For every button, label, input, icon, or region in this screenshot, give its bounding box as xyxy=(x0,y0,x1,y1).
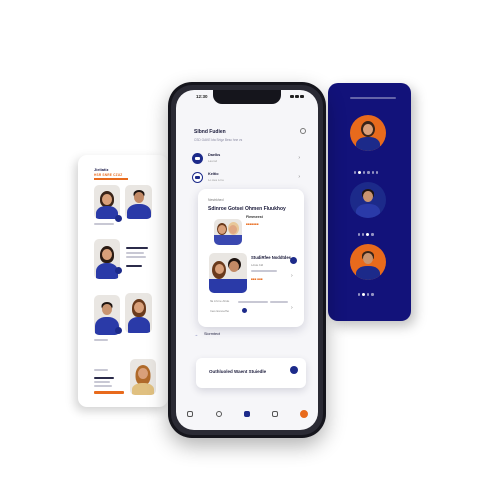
card-item-title: StudiRfee Noddtdes xyxy=(251,255,292,260)
person-photo[interactable] xyxy=(125,185,152,219)
person-photo[interactable] xyxy=(94,185,120,219)
tab-calendar[interactable] xyxy=(270,409,280,419)
bottom-card-title: Outhluoled Waent Stuiedle xyxy=(209,369,267,374)
profile-avatar[interactable] xyxy=(350,244,386,280)
play-icon[interactable] xyxy=(115,267,122,274)
calendar-icon xyxy=(272,411,279,417)
tab-profile[interactable] xyxy=(299,409,309,419)
chevron-right-icon: › xyxy=(298,155,300,161)
bottom-tab-bar xyxy=(176,402,318,426)
left-screen-underline xyxy=(94,178,128,180)
lower-link-row[interactable]: → Slormtect xyxy=(194,330,300,344)
message-icon xyxy=(243,411,250,417)
list-item[interactable]: Daelks Lasmd › xyxy=(192,149,300,167)
card-heading: Sdinroe Gotsei Ohmen Fluukhoy xyxy=(208,206,286,212)
blue-screen-header xyxy=(350,97,396,99)
mail-icon xyxy=(192,171,203,183)
person-photo[interactable] xyxy=(125,293,152,333)
next-button[interactable] xyxy=(290,257,297,264)
group-photo[interactable] xyxy=(209,253,247,293)
card-item-detail: Ldste bld xyxy=(251,263,264,267)
status-dot xyxy=(242,308,247,313)
person-photo[interactable] xyxy=(130,359,156,395)
card-eyebrow: Nestrkhed xyxy=(208,198,224,202)
card-small-text: Ines Esnoefho xyxy=(210,309,230,313)
chevron-right-icon: › xyxy=(298,174,300,180)
list-item[interactable]: Keltio Lo Aes Lrnu › xyxy=(192,168,300,186)
card-footer-text: fla Lhrne Ahde xyxy=(210,299,230,303)
right-profile-screen xyxy=(328,83,411,321)
profile-avatar[interactable] xyxy=(350,115,386,151)
card-badge: ■■■ ■■■ xyxy=(251,277,263,281)
couple-photo[interactable] xyxy=(214,219,242,245)
arrow-icon: → xyxy=(194,332,198,337)
chat-icon xyxy=(192,152,203,164)
phone-notch xyxy=(213,90,281,104)
left-screen-tag: HSR SNRE CZUZ xyxy=(94,173,123,177)
card-subtitle: Flmmeest xyxy=(246,215,263,219)
phone-device: 12:30 Slbnd Fudien CSD GAKE kta Srtgz Be… xyxy=(168,82,326,438)
tab-search[interactable] xyxy=(214,409,224,419)
feature-card[interactable]: Nestrkhed Sdinroe Gotsei Ohmen Fluukhoy … xyxy=(198,189,304,327)
search-icon xyxy=(215,411,222,417)
page-title: Slbnd Fudien xyxy=(194,129,226,135)
play-icon[interactable] xyxy=(115,327,122,334)
header-subline: CSD GAKE kta Srtgz Besc hne vs xyxy=(194,138,243,142)
chevron-right-icon: › xyxy=(291,273,293,279)
left-screen-title: Jieliatiz xyxy=(94,167,109,172)
bottom-promo-card[interactable]: Outhluoled Waent Stuiedle xyxy=(196,358,306,388)
action-icon[interactable] xyxy=(290,366,298,374)
tab-home[interactable] xyxy=(185,409,195,419)
chevron-right-icon: › xyxy=(291,305,293,311)
settings-icon[interactable] xyxy=(300,128,306,134)
home-icon xyxy=(187,411,194,417)
card-badge: ■■■■■■■ xyxy=(246,222,259,226)
profile-icon xyxy=(299,410,308,418)
carousel-dots[interactable] xyxy=(354,171,378,174)
play-icon[interactable] xyxy=(115,215,122,222)
profile-avatar[interactable] xyxy=(350,182,386,218)
carousel-dots[interactable] xyxy=(358,293,374,296)
left-app-screen: Jieliatiz HSR SNRE CZUZ xyxy=(78,155,168,407)
status-icons xyxy=(290,95,304,98)
phone-screen: 12:30 Slbnd Fudien CSD GAKE kta Srtgz Be… xyxy=(176,90,318,430)
tab-messages[interactable] xyxy=(242,409,252,419)
status-time: 12:30 xyxy=(196,94,208,99)
carousel-dots[interactable] xyxy=(358,233,374,236)
